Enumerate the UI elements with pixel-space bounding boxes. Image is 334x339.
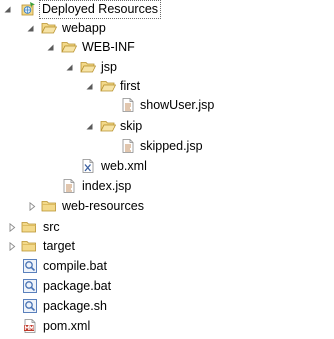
project-explorer-tree: Deployed Resources webapp WEB-INF jsp fi… — [0, 0, 334, 339]
tree-item-skip[interactable]: skip — [0, 117, 334, 136]
tree-item-package-sh[interactable]: package.sh — [0, 297, 334, 316]
folder-open-icon — [61, 39, 77, 55]
tree-item-compile-bat[interactable]: compile.bat — [0, 257, 334, 276]
tree-item-deployed-resources[interactable]: Deployed Resources — [0, 0, 334, 19]
tree-item-label: first — [120, 79, 141, 93]
folder-icon — [21, 219, 37, 235]
tree-item-label: WEB-INF — [82, 40, 135, 54]
tree-item-skipped-jsp[interactable]: skipped.jsp — [0, 137, 334, 156]
tree-item-label: target — [43, 239, 75, 253]
folder-icon — [41, 198, 57, 214]
folder-open-icon — [100, 78, 116, 94]
tree-item-label: web-resources — [62, 199, 144, 213]
tree-item-pom-xml[interactable]: pom.xml — [0, 317, 334, 336]
expand-collapse-toggle[interactable] — [28, 202, 37, 211]
tree-item-first[interactable]: first — [0, 77, 334, 96]
tree-item-label: webapp — [62, 21, 106, 35]
tree-item-index-jsp[interactable]: index.jsp — [0, 177, 334, 196]
xml-file-icon — [80, 158, 96, 174]
tree-item-label: package.sh — [43, 299, 107, 313]
tree-item-label: jsp — [101, 60, 117, 74]
folder-open-icon — [100, 118, 116, 134]
tree-item-src[interactable]: src — [0, 218, 334, 237]
jsp-file-icon — [120, 97, 136, 113]
tree-item-web-inf[interactable]: WEB-INF — [0, 38, 334, 57]
tree-item-label: showUser.jsp — [140, 98, 215, 112]
deployed-resources-icon — [20, 1, 36, 17]
tree-item-webapp[interactable]: webapp — [0, 19, 334, 38]
tree-item-label: skipped.jsp — [140, 139, 203, 153]
tree-item-target[interactable]: target — [0, 237, 334, 256]
folder-icon — [21, 238, 37, 254]
folder-open-icon — [80, 59, 96, 75]
tree-item-jsp[interactable]: jsp — [0, 58, 334, 77]
tree-item-package-bat[interactable]: package.bat — [0, 277, 334, 296]
tree-item-label: compile.bat — [43, 259, 107, 273]
expand-collapse-toggle[interactable] — [26, 24, 35, 33]
jsp-file-icon — [120, 138, 136, 154]
tree-item-label: package.bat — [43, 279, 112, 293]
expand-collapse-toggle[interactable] — [3, 5, 12, 14]
tree-item-web-resources[interactable]: web-resources — [0, 197, 334, 216]
maven-pom-icon — [22, 318, 38, 334]
expand-collapse-toggle[interactable] — [8, 223, 17, 232]
expand-collapse-toggle[interactable] — [8, 242, 17, 251]
script-file-icon — [22, 298, 38, 314]
expand-collapse-toggle[interactable] — [46, 43, 55, 52]
tree-item-label: Deployed Resources — [39, 0, 162, 19]
tree-item-showuser-jsp[interactable]: showUser.jsp — [0, 96, 334, 115]
tree-item-label: index.jsp — [82, 179, 132, 193]
jsp-file-icon — [61, 178, 77, 194]
tree-item-label: skip — [120, 119, 143, 133]
expand-collapse-toggle[interactable] — [85, 82, 94, 91]
tree-item-label: web.xml — [101, 159, 147, 173]
script-file-icon — [22, 258, 38, 274]
expand-collapse-toggle[interactable] — [65, 63, 74, 72]
expand-collapse-toggle[interactable] — [85, 122, 94, 131]
tree-item-label: src — [43, 220, 60, 234]
folder-open-icon — [41, 20, 57, 36]
script-file-icon — [22, 278, 38, 294]
tree-item-web-xml[interactable]: web.xml — [0, 157, 334, 176]
tree-item-label: pom.xml — [43, 319, 91, 333]
